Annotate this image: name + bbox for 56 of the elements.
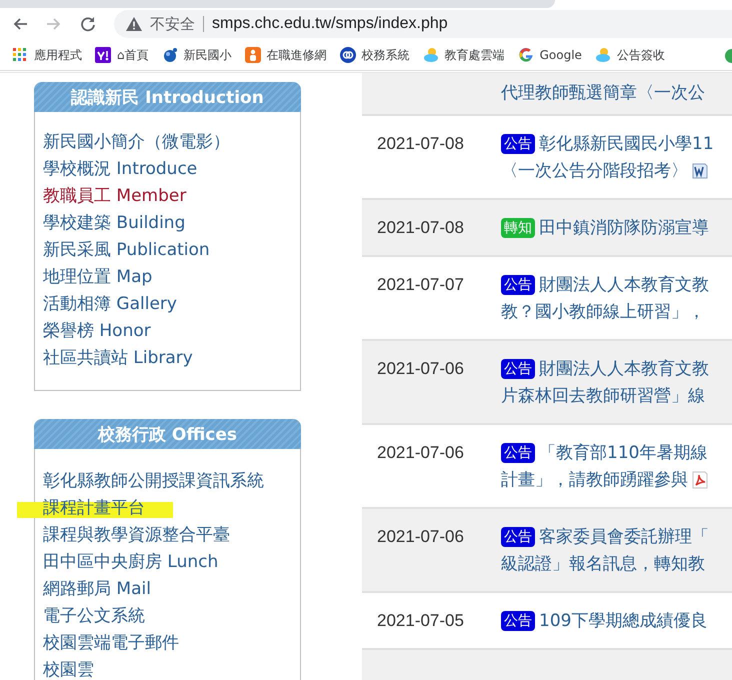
menu-link[interactable]: 課程與教學資源整合平臺 xyxy=(43,522,230,549)
bookmark[interactable]: 新民國小 xyxy=(162,46,232,64)
menu-link[interactable]: 電子公文系統 xyxy=(43,603,145,630)
date-text: 2021-07-06 xyxy=(377,527,464,546)
menu-link[interactable]: 活動相簿 Gallery xyxy=(43,291,177,318)
panel-header: 認識新民 Introduction xyxy=(34,82,301,112)
news-link[interactable]: 彰化縣新民國民小學11 xyxy=(539,132,714,155)
menu-link[interactable]: 田中區中央廚房 Lunch xyxy=(43,549,218,576)
menu-link[interactable]: 校園雲 xyxy=(43,657,94,680)
bookmark[interactable]: Google xyxy=(518,47,582,63)
news-link[interactable]: 財團法人人本教育文教 xyxy=(539,357,709,380)
menu-link[interactable]: 地理位置 Map xyxy=(43,264,152,291)
date-text: 2021-07-07 xyxy=(377,275,464,294)
bookmark[interactable]: 在職進修網 xyxy=(244,46,327,64)
menu-link[interactable]: 社區共讀站 Library xyxy=(43,345,193,372)
menu-link[interactable]: 彰化縣教師公開授課資訊系統 xyxy=(43,468,264,495)
menu-link[interactable]: 學校概況 Introduce xyxy=(43,156,198,183)
category-tag: 公告 xyxy=(501,526,535,546)
date-text: 2021-07-06 xyxy=(377,359,464,378)
address-bar[interactable]: 不安全 smps.chc.edu.tw/smps/index.php xyxy=(114,10,732,38)
category-tag: 公告 xyxy=(501,358,535,378)
news-link[interactable]: 教？國小教師線上研習」， xyxy=(501,300,705,323)
category-tag: 公告 xyxy=(501,274,535,294)
menu-link[interactable]: 教職員工 Member xyxy=(43,183,186,210)
menu-link[interactable]: 校園雲端電子郵件 xyxy=(43,630,179,657)
news-link[interactable]: 級認證」報名訊息，轉知教 xyxy=(501,552,705,575)
bookmark[interactable]: 公告簽收 xyxy=(594,46,665,64)
date-text: 2021-07-06 xyxy=(377,443,464,462)
menu-link[interactable]: 網路郵局 Mail xyxy=(43,576,151,603)
bookmark[interactable]: 教育處雲端 xyxy=(422,46,505,64)
bookmark[interactable]: 校務系統 xyxy=(340,46,410,64)
menu-link[interactable]: 榮譽榜 Honor xyxy=(43,318,151,345)
menu-link[interactable]: 學校建築 Building xyxy=(43,210,186,237)
category-tag: 公告 xyxy=(501,134,535,154)
menu-link[interactable]: 新民國小簡介（微電影） xyxy=(43,129,230,156)
category-tag: 轉知 xyxy=(501,218,535,238)
security-label: 不安全 xyxy=(150,16,204,32)
news-link[interactable]: 代理教師甄選簡章〈一次公 xyxy=(501,81,705,104)
bookmark[interactable]: ⌂首頁 xyxy=(95,46,149,64)
date-text: 2021-07-08 xyxy=(377,134,464,153)
url-text: smps.chc.edu.tw/smps/index.php xyxy=(212,15,448,33)
category-tag: 公告 xyxy=(501,610,535,630)
category-tag: 公告 xyxy=(501,442,535,462)
news-link[interactable]: 片森林回去教師研習營」線 xyxy=(501,384,705,407)
date-text: 2021-07-08 xyxy=(377,218,464,237)
news-link[interactable]: 客家委員會委託辦理「 xyxy=(539,525,709,548)
bookmark[interactable]: 應用程式 xyxy=(12,46,82,64)
panel-header: 校務行政 Offices xyxy=(34,419,301,449)
news-link[interactable]: 「教育部110年暑期線 xyxy=(539,441,708,464)
date-text: 2021-07-05 xyxy=(377,611,464,630)
news-link[interactable]: 財團法人人本教育文教 xyxy=(539,273,709,296)
news-link[interactable]: 109下學期總成績優良 xyxy=(539,609,708,632)
news-link[interactable]: 〈一次公告分階段招考〉 xyxy=(501,159,688,182)
news-link[interactable]: 田中鎮消防隊防溺宣導 xyxy=(539,216,709,239)
menu-link[interactable]: 新民采風 Publication xyxy=(43,237,210,264)
news-link[interactable]: 計畫」，請教師踴躍參與 xyxy=(501,468,688,491)
